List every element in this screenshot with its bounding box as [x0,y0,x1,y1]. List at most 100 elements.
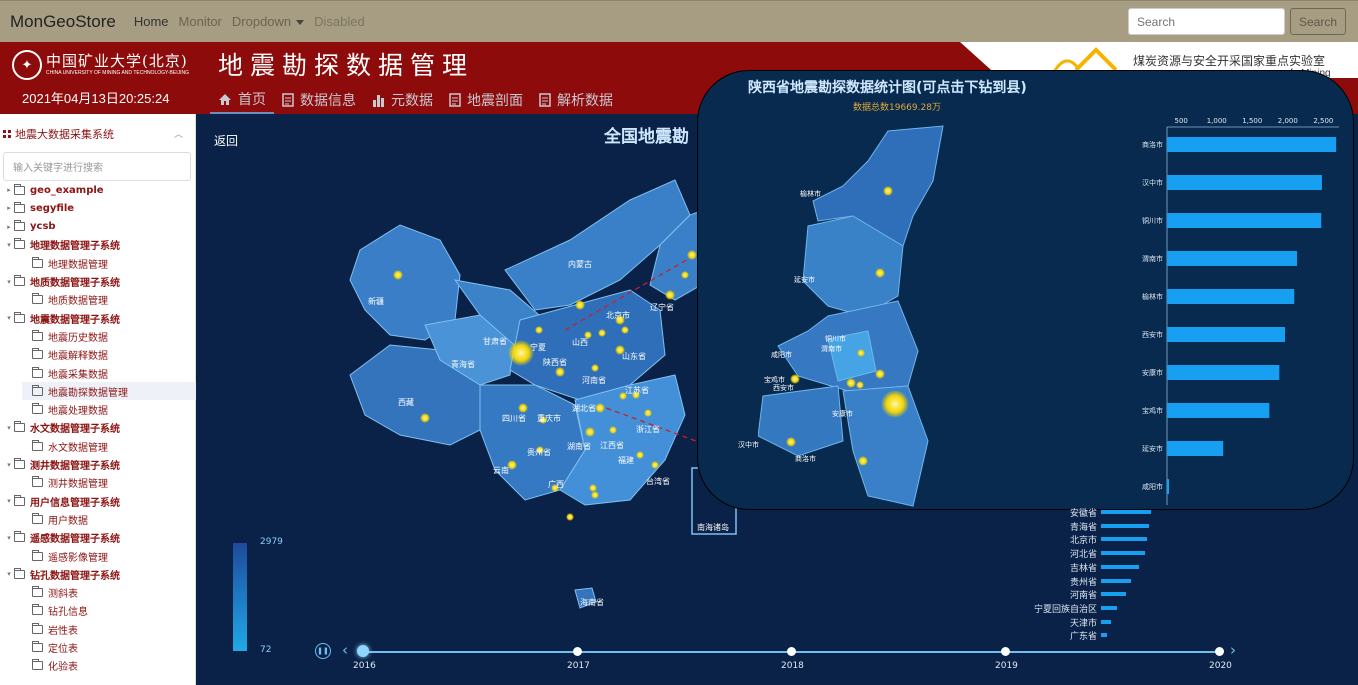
bar-榆林市[interactable] [1167,289,1295,304]
tab-parsed-data[interactable]: 解析数据 [531,86,621,114]
shaanxi-drilldown-panel[interactable]: 陕西省地震勘探数据统计图(可点击下钻到县) 数据总数19669.28万 榆林市延… [697,70,1354,510]
city-label: 渭南市 [821,345,842,353]
province-label: 辽宁省 [650,303,674,312]
bar-安康市[interactable] [1167,365,1280,380]
ranking-label: 青海省 [1069,522,1097,533]
expand-arrow-icon: ▾ [7,570,11,579]
china-map[interactable] [330,170,750,650]
collapse-icon[interactable]: ︿ [174,127,183,140]
tree-node[interactable]: ▾ 地理数据管理子系统 [4,236,196,254]
province-label: 宁夏 [530,343,546,352]
tree-node-label: 地震采集数据 [48,369,108,381]
shaanxi-map[interactable] [758,121,958,510]
timeline-point[interactable] [787,647,796,656]
tree-leaf[interactable]: 用户数据 [22,510,196,528]
ranking-bar[interactable] [1101,551,1145,556]
nav-dropdown[interactable]: Dropdown [232,14,305,29]
sidebar: 地震大数据采集系统 ︿ 输入关键字进行搜索 ▸ geo_example ▸ segyf… [0,114,196,685]
city-label: 宝鸡市 [764,376,785,384]
nav-home[interactable]: Home [134,14,169,29]
ranking-bar[interactable] [1101,510,1151,514]
tree-leaf[interactable]: 遥感影像管理 [22,547,196,565]
ranking-bar[interactable] [1101,564,1139,569]
tree-node[interactable]: ▾ 地质数据管理子系统 [4,273,196,291]
bar-汉中市[interactable] [1167,175,1322,190]
tree-node-label: 钻孔数据管理子系统 [30,570,120,582]
folder-icon [32,384,43,396]
bar-延安市[interactable] [1167,441,1224,456]
timeline-year-label: 2016 [353,661,376,671]
ranking-bar[interactable] [1101,605,1117,610]
tree-search-input[interactable]: 输入关键字进行搜索 [3,152,191,181]
search-input[interactable] [1128,8,1285,35]
tree-leaf[interactable]: 水文数据管理 [22,437,196,455]
ranking-label: 安徽省 [1069,509,1097,519]
tree-node[interactable]: ▾ 测井数据管理子系统 [4,456,196,474]
province-label: 福建 [618,456,634,465]
brand[interactable]: MonGeoStore [10,12,116,32]
tree-node[interactable]: ▾ 用户信息管理子系统 [4,492,196,510]
tree-node-label: 地震解释数据 [48,351,108,363]
tree-leaf[interactable]: 地理数据管理 [22,254,196,272]
ranking-bar[interactable] [1101,578,1131,583]
prev-icon[interactable]: ‹ [342,641,348,659]
tree-node[interactable]: ▾ 遥感数据管理子系统 [4,529,196,547]
city-label: 汉中市 [738,441,759,449]
tab-home[interactable]: 首页 [210,86,274,114]
tree-node[interactable]: ▾ 地震数据管理子系统 [4,309,196,327]
province-label: 四川省 [502,414,526,423]
nav-monitor[interactable]: Monitor [179,14,222,29]
tree-node[interactable]: ▾ 钻孔数据管理子系统 [4,565,196,583]
tab-data-info[interactable]: 数据信息 [274,86,364,114]
ranking-bar[interactable] [1101,523,1149,528]
next-icon[interactable]: › [1230,641,1236,659]
province-label: 江苏省 [625,386,649,395]
expand-arrow-icon: ▾ [7,277,11,286]
bar-商洛市[interactable] [1167,137,1337,152]
expand-arrow-icon: ▾ [7,460,11,469]
tree-leaf[interactable]: 地震勘探数据管理 [22,382,196,401]
ranking-bar[interactable] [1101,619,1111,624]
ranking-label: 吉林省 [1069,563,1097,574]
tab-metadata[interactable]: 元数据 [364,86,441,114]
timeline-point[interactable] [357,645,369,657]
overlay-title: 陕西省地震勘探数据统计图(可点击下钻到县) [748,80,1027,96]
folder-icon [14,421,25,433]
category-label: 商洛市 [1142,140,1163,149]
university-name-en: CHINA UNIVERSITY OF MINING AND TECHNOLOG… [46,70,189,76]
tree-leaf[interactable]: 测井数据管理 [22,474,196,492]
timeline-point[interactable] [1215,647,1224,656]
home-icon [219,93,231,105]
tab-seismic-section[interactable]: 地震剖面 [441,86,531,114]
tree-node[interactable]: ▸ segyfile [4,199,196,217]
tree-node[interactable]: ▸ geo_example [4,181,196,199]
bar-西安市[interactable] [1167,327,1285,342]
ranking-bar[interactable] [1101,592,1126,597]
back-button[interactable]: 返回 [214,132,238,149]
tree-leaf[interactable]: 地震解释数据 [22,346,196,364]
bar-宝鸡市[interactable] [1167,403,1270,418]
lab-name: 煤炭资源与安全开采国家重点实验室 [1133,54,1326,68]
tree-leaf[interactable]: 测斜表 [22,584,196,602]
province-label: 内蒙古 [568,260,592,269]
tree-leaf[interactable]: 地质数据管理 [22,291,196,309]
bar-咸阳市[interactable] [1167,479,1169,494]
tree-node-label: 地质数据管理 [48,296,108,308]
pause-icon[interactable]: ❚❚ [315,643,331,659]
province-label: 西藏 [398,398,414,407]
tree-leaf[interactable]: 地震采集数据 [22,364,196,382]
timeline-point[interactable] [573,647,582,656]
search-button[interactable]: Search [1290,8,1346,35]
category-label: 西安市 [1142,330,1163,339]
tree-leaf[interactable]: 地震历史数据 [22,327,196,345]
ranking-bar[interactable] [1101,537,1147,542]
tree-node[interactable]: ▾ 水文数据管理子系统 [4,419,196,437]
bar-渭南市[interactable] [1167,251,1298,266]
tree-node[interactable]: ▸ ycsb [4,218,196,236]
sidebar-title-label: 地震大数据采集系统 [15,128,114,141]
timeline-point[interactable] [1001,647,1010,656]
tree-leaf[interactable]: 钻孔信息 [22,602,196,620]
folder-icon [14,201,25,213]
tree-leaf[interactable]: 地震处理数据 [22,401,196,419]
bar-铜川市[interactable] [1167,213,1322,228]
